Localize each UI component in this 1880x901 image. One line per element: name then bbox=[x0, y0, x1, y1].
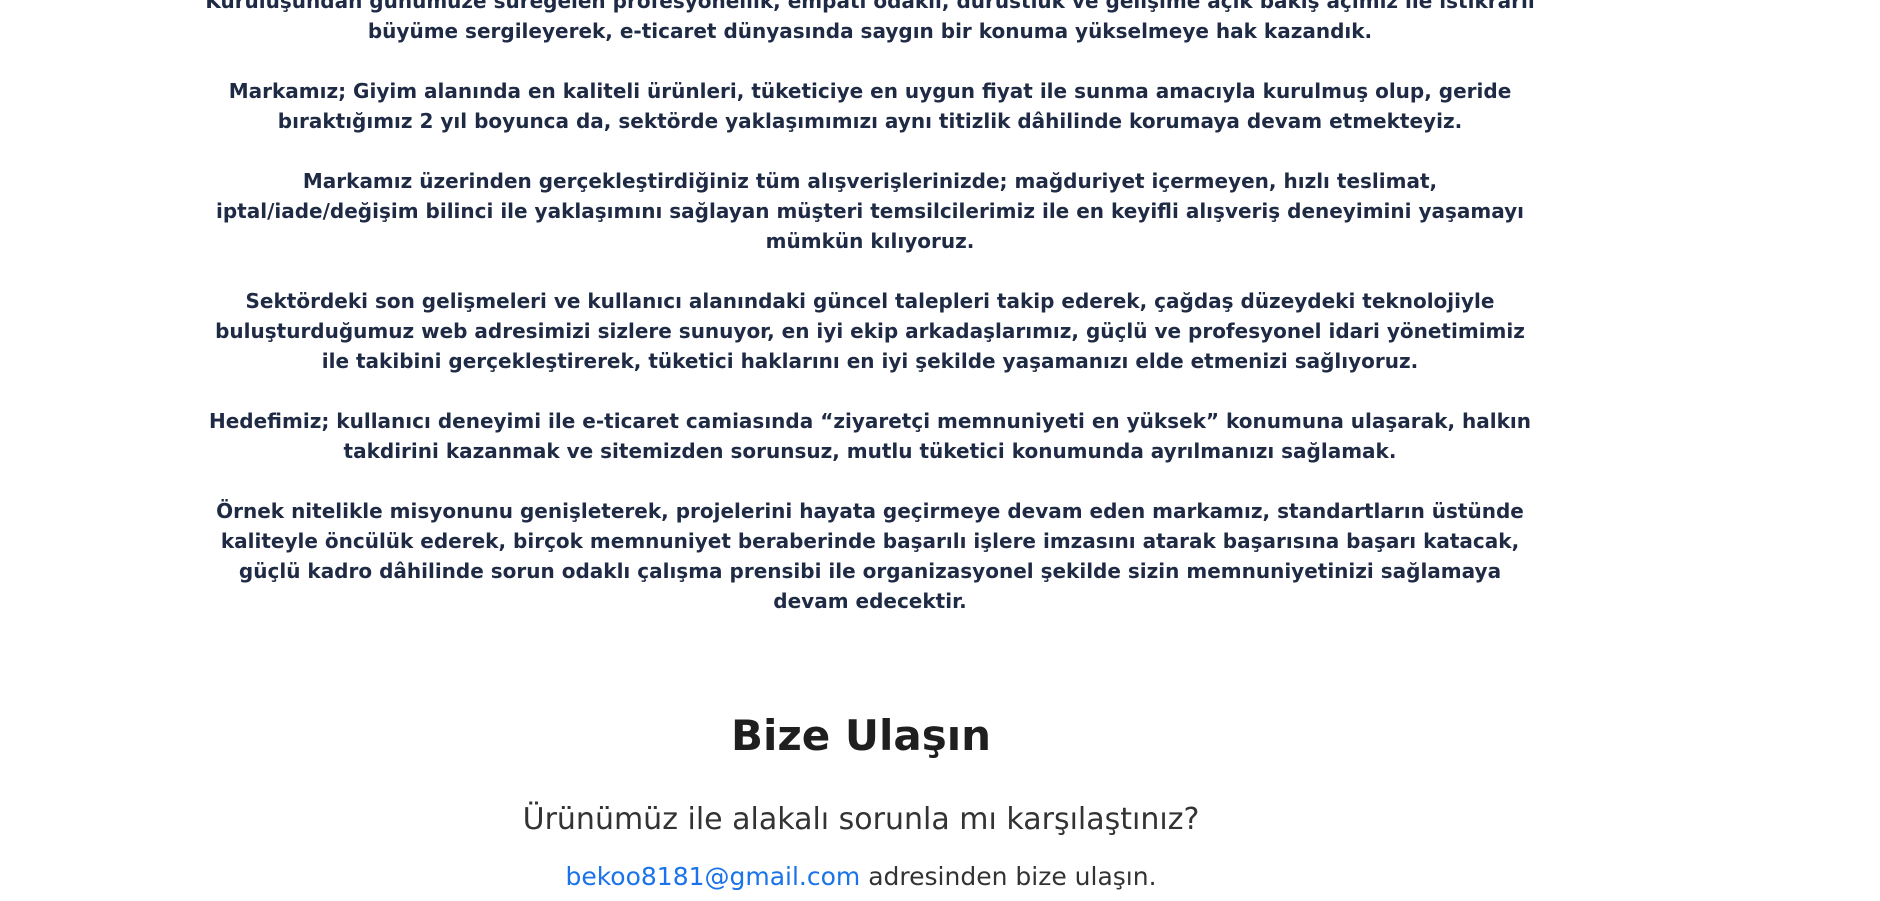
email-link[interactable]: bekoo8181@gmail.com bbox=[565, 862, 860, 891]
about-paragraph-3: Markamız üzerinden gerçekleştirdiğiniz t… bbox=[215, 169, 1525, 253]
contact-email-line: bekoo8181@gmail.com adresinden bize ulaş… bbox=[0, 860, 1722, 894]
contact-title: Bize Ulaşın bbox=[730, 711, 992, 760]
about-paragraph-1: Kuruluşundan günümüze süregelen profesyo… bbox=[205, 0, 1535, 43]
email-suffix-text: adresinden bize ulaşın. bbox=[860, 862, 1157, 891]
about-paragraph-6: Örnek nitelikle misyonunu genişleterek, … bbox=[216, 499, 1524, 613]
about-section: Kuruluşundan günümüze süregelen profesyo… bbox=[205, 0, 1535, 646]
contact-subtitle: Ürünümüz ile alakalı sorunla mı karşılaş… bbox=[522, 802, 1200, 837]
about-paragraph-5: Hedefimiz; kullanıcı deneyimi ile e-tica… bbox=[209, 409, 1531, 463]
about-paragraph-4: Sektördeki son gelişmeleri ve kullanıcı … bbox=[215, 289, 1525, 373]
about-paragraph-2: Markamız; Giyim alanında en kaliteli ürü… bbox=[228, 79, 1512, 133]
